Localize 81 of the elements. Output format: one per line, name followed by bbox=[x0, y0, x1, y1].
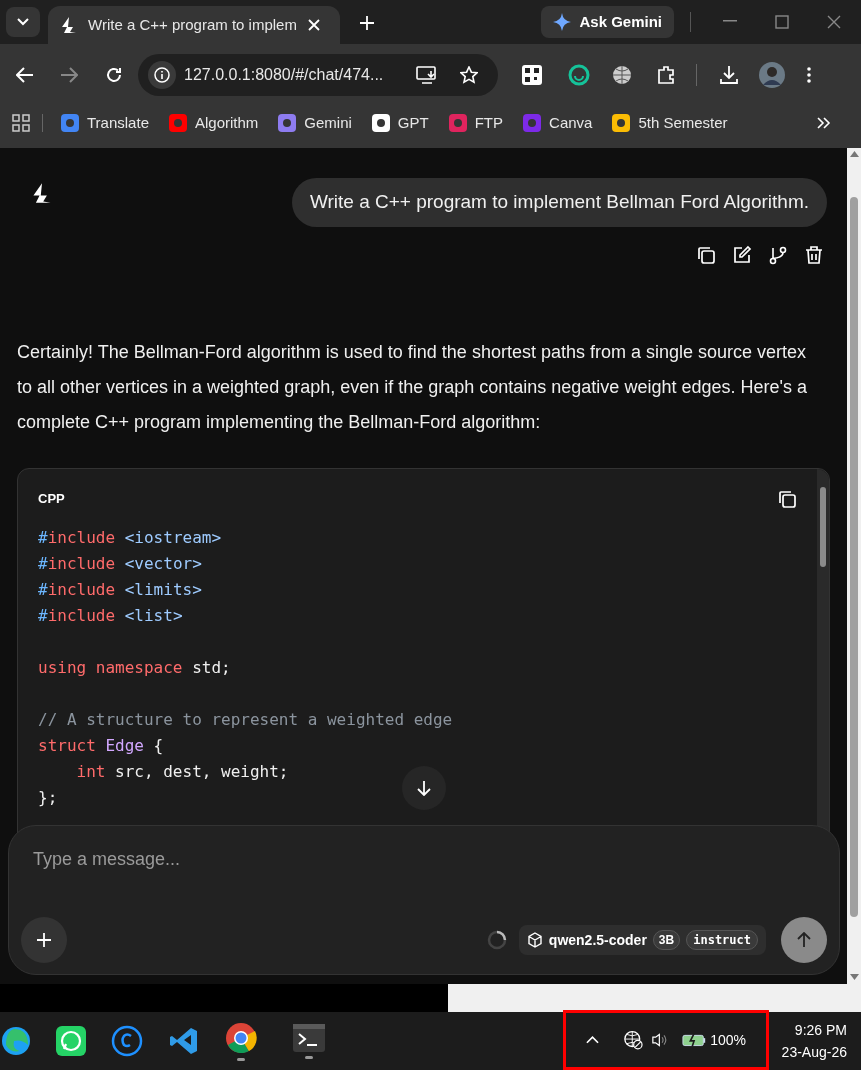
code-line: #include <iostream> bbox=[38, 526, 222, 549]
code-line: #include <limits> bbox=[38, 578, 202, 601]
copy-code-icon[interactable] bbox=[777, 488, 797, 509]
user-message-bubble: Write a C++ program to implement Bellman Ford Algorithm. bbox=[291, 178, 827, 227]
message-input[interactable]: Type a message... bbox=[33, 846, 815, 873]
code-line: using namespace std; bbox=[38, 656, 231, 679]
network-globe-icon[interactable] bbox=[623, 1029, 644, 1051]
bookmark-item[interactable]: GPT bbox=[371, 111, 429, 135]
model-name: qwen2.5-coder bbox=[548, 930, 647, 950]
info-icon[interactable] bbox=[154, 67, 170, 83]
add-button[interactable] bbox=[21, 917, 67, 963]
clock-date: 23-Aug-26 bbox=[781, 1043, 847, 1062]
new-tab-icon[interactable] bbox=[360, 16, 374, 30]
reload-icon[interactable] bbox=[106, 67, 122, 83]
scroll-down-arrow-icon[interactable] bbox=[849, 974, 859, 980]
bookmark-item[interactable]: Gemini bbox=[278, 111, 352, 135]
code-line: struct Edge { bbox=[38, 734, 164, 757]
scroll-down-button[interactable] bbox=[402, 765, 446, 810]
install-app-icon[interactable] bbox=[416, 66, 438, 84]
chevron-up-icon[interactable] bbox=[586, 1036, 599, 1044]
forward-icon[interactable] bbox=[60, 67, 78, 83]
close-icon[interactable] bbox=[308, 19, 320, 31]
copy-icon[interactable] bbox=[696, 244, 716, 265]
scrollbar-thumb[interactable] bbox=[820, 486, 826, 567]
bookmark-item[interactable]: Translate bbox=[61, 111, 149, 135]
code-line: int src, dest, weight; bbox=[75, 760, 289, 783]
ask-gemini-button[interactable]: Ask Gemini bbox=[541, 6, 674, 38]
sparkle-icon bbox=[553, 13, 572, 31]
qr-code-icon[interactable] bbox=[522, 65, 542, 85]
assistant-message: Certainly! The Bellman-Ford algorithm is used to find the shortest paths from a single source vertex to all other vertices in a weighted graph, even if the graph contains negative weight edges. Here's a complete C++ program implementing the Bellman-Ford algorithm: bbox=[17, 340, 808, 434]
code-line: #include <vector> bbox=[38, 552, 202, 575]
extensions-icon[interactable] bbox=[656, 65, 676, 85]
bookmark-item[interactable]: FTP bbox=[448, 111, 504, 135]
more-bookmarks-icon[interactable] bbox=[817, 117, 831, 129]
model-variant-tag: instruct bbox=[686, 930, 758, 950]
grammar-extension-icon[interactable] bbox=[568, 64, 590, 86]
page-scrollbar-thumb[interactable] bbox=[850, 197, 858, 917]
battery-percentage: 100% bbox=[710, 1030, 746, 1050]
bookmark-item[interactable]: Algorithm bbox=[169, 111, 259, 135]
battery-charging-icon[interactable] bbox=[682, 1032, 707, 1048]
maximize-icon[interactable] bbox=[775, 15, 789, 29]
code-line: #include <list> bbox=[38, 604, 183, 627]
loading-spinner-icon bbox=[486, 930, 507, 950]
send-button[interactable] bbox=[781, 917, 827, 963]
edge-browser-icon[interactable] bbox=[0, 1025, 32, 1057]
scroll-up-arrow-icon[interactable] bbox=[849, 151, 859, 157]
profile-avatar[interactable] bbox=[759, 62, 785, 88]
globe-icon[interactable] bbox=[612, 65, 632, 85]
volume-icon[interactable] bbox=[651, 1032, 669, 1048]
tab-search-button[interactable] bbox=[6, 7, 40, 37]
model-selector[interactable]: qwen2.5-coder 3B instruct bbox=[518, 925, 766, 955]
code-line: // A structure to represent a weighted edge bbox=[38, 708, 453, 731]
clock-time: 9:26 PM bbox=[794, 1021, 847, 1040]
edit-icon[interactable] bbox=[732, 244, 752, 265]
apps-grid-icon[interactable] bbox=[12, 114, 30, 132]
branch-icon[interactable] bbox=[768, 244, 788, 265]
whatsapp-icon[interactable] bbox=[56, 1026, 86, 1056]
close-window-icon[interactable] bbox=[827, 15, 841, 29]
url-text: 127.0.0.1:8080/#/chat/474... bbox=[184, 65, 384, 85]
cube-icon bbox=[526, 932, 543, 948]
back-icon[interactable] bbox=[16, 67, 34, 83]
terminal-icon[interactable] bbox=[293, 1023, 325, 1052]
arrow-down-icon bbox=[417, 779, 431, 796]
code-language-label: CPP bbox=[38, 489, 65, 508]
bookmark-star-icon[interactable] bbox=[460, 66, 478, 84]
trash-icon[interactable] bbox=[804, 244, 824, 265]
c-letter-app-icon[interactable] bbox=[111, 1025, 143, 1057]
chevron-down-icon bbox=[17, 18, 29, 26]
arrow-up-icon bbox=[797, 932, 811, 948]
more-menu-icon[interactable] bbox=[807, 67, 811, 83]
browser-tab[interactable]: Write a C++ program to implem bbox=[48, 6, 340, 44]
model-size-tag: 3B bbox=[652, 930, 681, 950]
address-bar[interactable]: 127.0.0.1:8080/#/chat/474... bbox=[138, 54, 498, 96]
bookmark-item[interactable]: Canva bbox=[523, 111, 593, 135]
chrome-browser-icon[interactable] bbox=[225, 1021, 257, 1054]
tab-title: Write a C++ program to implem bbox=[88, 14, 298, 35]
plus-icon bbox=[37, 933, 51, 947]
code-line: }; bbox=[38, 786, 58, 809]
bookmark-item[interactable]: 5th Semester bbox=[612, 111, 728, 135]
download-icon[interactable] bbox=[719, 65, 739, 85]
code-editor-icon[interactable] bbox=[169, 1026, 199, 1056]
